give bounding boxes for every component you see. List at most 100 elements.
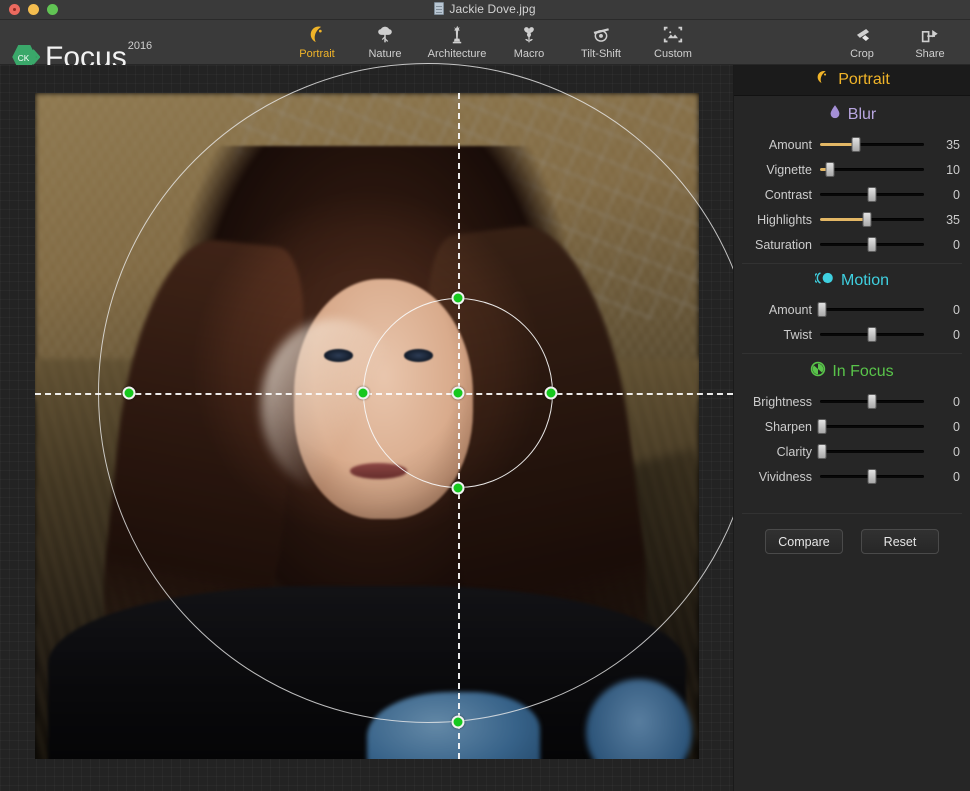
section-header-blur: Blur	[734, 104, 970, 125]
slider-track-clarity[interactable]	[817, 444, 924, 459]
share-button[interactable]: Share	[896, 20, 964, 65]
slider-value: 35	[946, 212, 960, 227]
image-canvas[interactable]	[0, 63, 758, 791]
flower-icon	[518, 23, 540, 47]
photo-preview[interactable]	[35, 93, 699, 759]
slider-label: Sharpen	[764, 419, 812, 434]
mode-button-macro[interactable]: Macro	[495, 20, 563, 65]
panel-action-buttons: Compare Reset	[734, 513, 970, 554]
slider-value: 0	[953, 469, 960, 484]
slider-value: 0	[953, 187, 960, 202]
section-title-motion: Motion	[840, 271, 890, 289]
slider-row-amount-motion: Amount 0	[734, 297, 970, 322]
slider-track-vividness[interactable]	[820, 469, 924, 484]
section-header-in-focus: In Focus	[734, 361, 970, 382]
tilt-shift-icon	[590, 23, 612, 47]
slider-track-amount-motion[interactable]	[817, 302, 924, 317]
document-title: Jackie Dove.jpg	[449, 2, 536, 16]
slider-track-twist[interactable]	[820, 327, 924, 342]
slider-track-contrast[interactable]	[820, 187, 924, 202]
slider-track-vignette[interactable]	[820, 162, 924, 177]
slider-row-twist: Twist 0	[734, 322, 970, 347]
document-icon	[434, 2, 445, 15]
section-in-focus: In Focus Brightness 0 Sharpen 0 Clarity	[734, 353, 970, 495]
slider-label: Contrast	[764, 187, 812, 202]
portrait-icon	[814, 69, 831, 91]
slider-track-amount-blur[interactable]	[820, 137, 924, 152]
slider-value: 35	[946, 137, 960, 152]
mode-label-nature: Nature	[368, 48, 402, 60]
crop-button[interactable]: Crop	[828, 20, 896, 65]
slider-label: Twist	[783, 327, 812, 342]
share-label: Share	[915, 48, 945, 60]
panel-title: Portrait	[838, 71, 890, 88]
section-title-in-focus: In Focus	[832, 362, 894, 380]
section-title-blur: Blur	[847, 105, 877, 123]
reset-button[interactable]: Reset	[861, 529, 939, 554]
document-title-area: Jackie Dove.jpg	[0, 2, 970, 16]
slider-value: 0	[953, 394, 960, 409]
main-toolbar: CK Focus 2016 Portrait Nature Architectu…	[0, 20, 970, 73]
slider-value: 0	[953, 302, 960, 317]
mode-button-tilt-shift[interactable]: Tilt-Shift	[563, 20, 639, 65]
slider-row-brightness: Brightness 0	[734, 389, 970, 414]
droplet-icon	[828, 104, 842, 125]
slider-label: Highlights	[757, 212, 812, 227]
section-header-motion: Motion	[734, 271, 970, 290]
tree-icon	[374, 23, 396, 47]
motion-icon	[813, 271, 835, 290]
slider-label: Amount	[768, 302, 812, 317]
mode-button-custom[interactable]: Custom	[639, 20, 707, 65]
photo-content	[35, 93, 699, 759]
section-motion: Motion Amount 0 Twist 0	[734, 263, 970, 353]
app-year: 2016	[127, 40, 153, 52]
slider-row-sharpen: Sharpen 0	[734, 414, 970, 439]
slider-row-contrast: Contrast 0	[734, 182, 970, 207]
slider-row-amount-blur: Amount 35	[734, 132, 970, 157]
slider-row-vividness: Vividness 0	[734, 464, 970, 489]
title-bar: Jackie Dove.jpg	[0, 0, 970, 20]
mode-buttons-group: Portrait Nature Architecture Macro Tilt-…	[283, 20, 707, 65]
slider-label: Vividness	[758, 469, 812, 484]
slider-track-sharpen[interactable]	[817, 419, 924, 434]
aperture-icon	[810, 361, 826, 382]
slider-row-highlights: Highlights 35	[734, 207, 970, 232]
share-icon	[919, 23, 941, 47]
action-buttons-group: Crop Share	[828, 20, 964, 65]
section-blur: Blur Amount 35 Vignette 10 Contrast 0 Hi…	[734, 96, 970, 263]
mode-button-architecture[interactable]: Architecture	[419, 20, 495, 65]
slider-label: Clarity	[776, 444, 812, 459]
slider-row-vignette: Vignette 10	[734, 157, 970, 182]
slider-row-saturation: Saturation 0	[734, 232, 970, 257]
slider-label: Saturation	[755, 237, 812, 252]
svg-text:CK: CK	[18, 54, 30, 63]
mode-label-custom: Custom	[654, 48, 692, 60]
crop-label: Crop	[850, 48, 874, 60]
custom-frame-icon	[662, 23, 684, 47]
slider-value: 0	[953, 237, 960, 252]
compare-button[interactable]: Compare	[765, 529, 843, 554]
mode-button-portrait[interactable]: Portrait	[283, 20, 351, 65]
slider-row-clarity: Clarity 0	[734, 439, 970, 464]
focus-app-window: Jackie Dove.jpg CK Focus 2016 Portrait N…	[0, 0, 970, 791]
mode-label-architecture: Architecture	[427, 48, 487, 60]
slider-track-highlights[interactable]	[820, 212, 924, 227]
statue-icon	[446, 23, 468, 47]
slider-value: 0	[953, 444, 960, 459]
slider-label: Amount	[768, 137, 812, 152]
mode-label-macro: Macro	[513, 48, 545, 60]
mode-button-nature[interactable]: Nature	[351, 20, 419, 65]
slider-track-saturation[interactable]	[820, 237, 924, 252]
portrait-icon	[306, 23, 328, 47]
mode-label-tilt-shift: Tilt-Shift	[581, 48, 621, 60]
slider-track-brightness[interactable]	[820, 394, 924, 409]
slider-label: Brightness	[752, 394, 812, 409]
slider-label: Vignette	[766, 162, 812, 177]
mode-label-portrait: Portrait	[299, 48, 335, 60]
slider-value: 0	[953, 327, 960, 342]
crop-icon	[851, 23, 873, 47]
panel-header: Portrait	[734, 65, 970, 96]
settings-panel: Portrait Blur Amount 35 Vignette 10 Cont…	[733, 65, 970, 791]
slider-value: 0	[953, 419, 960, 434]
slider-value: 10	[946, 162, 960, 177]
